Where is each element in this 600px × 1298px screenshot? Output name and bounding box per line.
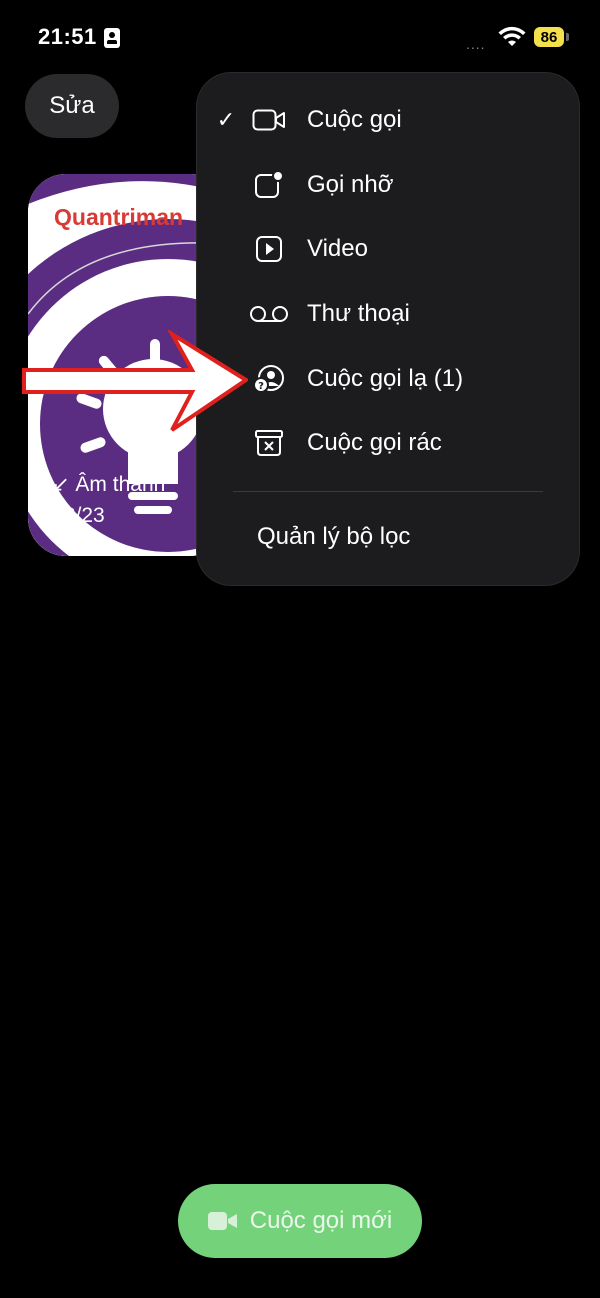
red-arrow-icon	[22, 330, 248, 432]
checkmark-icon: ✓	[216, 107, 236, 132]
edit-button[interactable]: Sửa	[25, 74, 119, 138]
menu-item-label: Gọi nhỡ	[307, 171, 394, 198]
battery-tip	[566, 33, 569, 41]
filter-menu: ✓ Cuộc gọi Gọi nhỡ Video Thư thoại ? Cuộ…	[197, 73, 579, 585]
menu-item-label: Cuộc gọi	[307, 106, 402, 133]
new-call-button[interactable]: Cuộc gọi mới	[178, 1184, 422, 1258]
card-brand-text: Quantriman	[54, 204, 184, 230]
menu-item-label: Cuộc gọi rác	[307, 429, 442, 456]
status-time: 21:51	[38, 24, 97, 49]
svg-text:?: ?	[258, 381, 264, 392]
junk-box-icon	[249, 427, 289, 459]
menu-item-voicemail[interactable]: Thư thoại	[197, 284, 579, 344]
unknown-caller-icon: ?	[249, 363, 289, 395]
signal-dots-icon: ....	[466, 36, 486, 52]
menu-item-unknown-callers[interactable]: ? Cuộc gọi lạ (1)	[197, 349, 579, 409]
card-sound-label: ↙ Âm thanh	[52, 473, 166, 496]
battery-indicator: 86	[534, 27, 564, 47]
menu-item-label: Thư thoại	[307, 300, 410, 327]
wifi-icon	[498, 26, 526, 46]
video-camera-icon	[207, 1212, 237, 1230]
screen: 21:51 .... 86 Sửa Quantriman ↙ Âm thanh …	[0, 0, 600, 1298]
manage-filters-item[interactable]: Quản lý bộ lọc	[257, 523, 410, 551]
menu-item-label: Video	[307, 235, 368, 262]
new-call-label: Cuộc gọi mới	[249, 1207, 393, 1234]
contact-card-icon	[104, 28, 120, 48]
menu-item-calls[interactable]: ✓ Cuộc gọi	[197, 90, 579, 150]
missed-call-square-icon	[249, 169, 289, 201]
menu-item-label: Cuộc gọi lạ (1)	[307, 365, 464, 392]
voicemail-icon	[249, 298, 289, 330]
play-square-icon	[249, 233, 289, 265]
menu-item-video[interactable]: Video	[197, 219, 579, 279]
menu-divider	[233, 491, 543, 492]
video-camera-icon	[249, 104, 289, 136]
card-date: /8/23	[58, 504, 105, 527]
menu-item-junk[interactable]: Cuộc gọi rác	[197, 413, 579, 473]
menu-item-missed[interactable]: Gọi nhỡ	[197, 155, 579, 215]
